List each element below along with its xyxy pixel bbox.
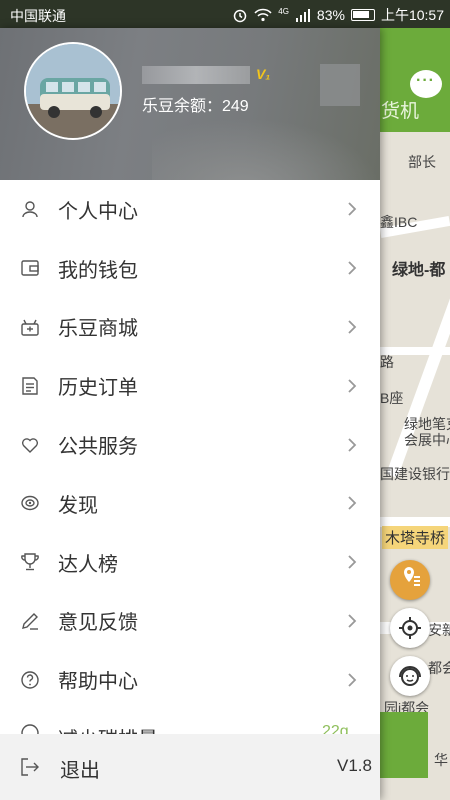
drawer-menu: 个人中心 我的钱包 乐豆商城 历史订单 公共服务 发现 达人榜 意见反馈 帮助中…: [0, 180, 380, 740]
wallet-icon: [21, 260, 39, 276]
trophy-icon: [21, 553, 39, 571]
logout-icon[interactable]: [20, 757, 40, 777]
menu-item-personal-center[interactable]: 个人中心: [0, 180, 380, 239]
location-list-icon: [404, 567, 420, 586]
menu-item-help-center[interactable]: 帮助中心: [0, 650, 380, 709]
menu-item-label: 公共服务: [58, 436, 138, 459]
chevron-right-icon: [348, 320, 357, 334]
menu-item-label: 发现: [58, 494, 98, 517]
status-icons: 4G 83% 上午10:57: [232, 5, 444, 25]
menu-item-feedback[interactable]: 意见反馈: [0, 592, 380, 651]
chevron-right-icon: [348, 614, 357, 628]
menu-item-bean-mall[interactable]: 乐豆商城: [0, 298, 380, 357]
avatar[interactable]: [24, 42, 122, 140]
menu-item-label: 历史订单: [58, 377, 138, 400]
map-label: 会展中心: [404, 432, 450, 448]
signal-icon: [295, 9, 310, 22]
help-icon: [21, 671, 39, 689]
menu-item-label: 我的钱包: [58, 259, 138, 282]
eye-icon: [21, 496, 39, 511]
drawer-footer: 退出 V1.8: [0, 734, 380, 800]
chevron-right-icon: [348, 673, 357, 687]
map-label: B座: [380, 390, 404, 406]
logout-button[interactable]: 退出: [60, 754, 100, 783]
nearby-machines-button[interactable]: [390, 560, 430, 600]
alarm-icon: [234, 9, 247, 23]
map-label: 鑫IBC: [380, 214, 418, 230]
chat-icon[interactable]: [410, 70, 442, 98]
battery-percent: 83%: [316, 7, 345, 23]
menu-item-discover[interactable]: 发现: [0, 474, 380, 533]
avatar-image: [26, 44, 120, 138]
navigation-drawer: V₁ 乐豆余额：249 个人中心 我的钱包 乐豆商城 历史订单 公共服务 发现 …: [0, 28, 380, 800]
wifi-icon: [254, 8, 272, 22]
redacted-area: [320, 64, 360, 106]
menu-item-order-history[interactable]: 历史订单: [0, 356, 380, 415]
menu-item-label: 意见反馈: [58, 612, 138, 635]
chevron-right-icon: [348, 261, 357, 275]
person-icon: [22, 201, 38, 218]
chevron-right-icon: [348, 202, 357, 217]
clock: 上午10:57: [380, 7, 444, 23]
vip-badge-icon: V₁: [256, 66, 271, 82]
menu-item-label: 帮助中心: [58, 671, 138, 694]
gift-icon: [21, 319, 39, 336]
profile-header[interactable]: V₁ 乐豆余额：249: [0, 28, 380, 180]
menu-item-leaderboard[interactable]: 达人榜: [0, 533, 380, 592]
map-label: 安新: [428, 622, 450, 638]
locate-me-button[interactable]: [390, 608, 430, 648]
menu-item-label: 个人中心: [58, 200, 138, 223]
app-version: V1.8: [337, 756, 372, 775]
map-label: 都会: [428, 660, 450, 676]
menu-item-public-service[interactable]: 公共服务: [0, 415, 380, 474]
network-type-label: 4G: [278, 7, 289, 16]
map-label: 绿地-都: [392, 262, 446, 279]
map-label: 部长: [408, 154, 436, 170]
menu-item-label: 乐豆商城: [58, 318, 138, 341]
customer-service-button[interactable]: [390, 656, 430, 696]
headset-icon: [399, 666, 421, 686]
crosshair-icon: [399, 617, 421, 639]
chevron-right-icon: [348, 437, 357, 452]
chevron-right-icon: [348, 379, 357, 393]
menu-item-wallet[interactable]: 我的钱包: [0, 239, 380, 298]
heart-icon: [21, 437, 39, 453]
pencil-icon: [22, 612, 38, 630]
status-bar: 中国联通 4G 83% 上午10:57: [0, 0, 450, 28]
bean-balance: 乐豆余额：249: [142, 98, 249, 115]
order-list-icon: [22, 377, 38, 395]
carrier-name: 中国联通: [10, 8, 66, 24]
chevron-right-icon: [348, 555, 357, 569]
map-label: 华: [434, 752, 448, 768]
map-label: 国建设银行: [380, 466, 450, 482]
user-name-redacted: [142, 66, 250, 84]
battery-icon: [350, 9, 375, 21]
chevron-right-icon: [348, 496, 357, 511]
start-button[interactable]: [380, 712, 428, 778]
map-label: 路: [380, 354, 394, 370]
menu-item-label: 达人榜: [58, 553, 118, 576]
map-label: 木塔寺桥: [382, 526, 449, 549]
